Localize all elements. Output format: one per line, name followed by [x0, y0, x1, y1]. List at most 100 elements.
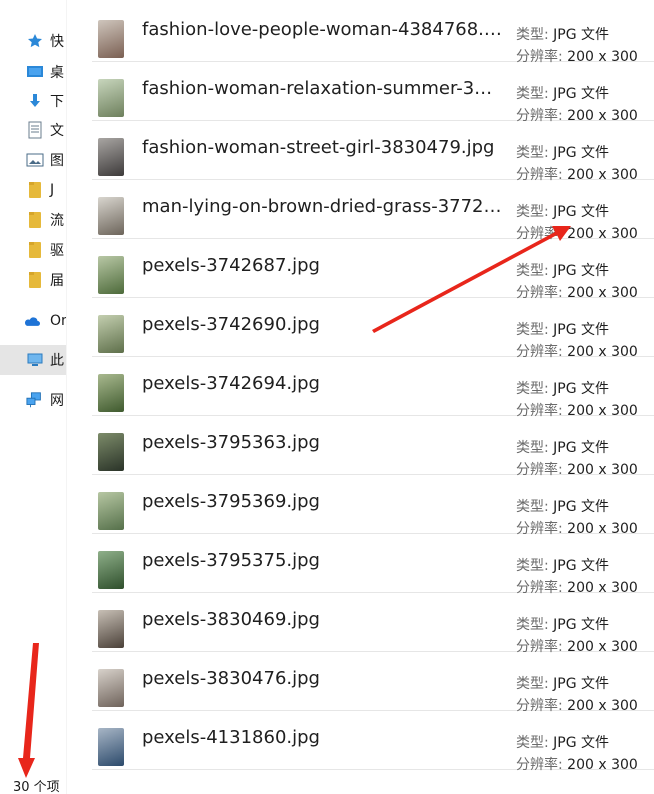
sidebar-item-downloads[interactable]: 下 — [0, 86, 66, 116]
type-value: JPG 文件 — [553, 617, 610, 633]
file-row[interactable]: man-lying-on-brown-dried-grass-3772511.j… — [92, 180, 654, 242]
resolution-value: 200 x 300 — [567, 757, 638, 773]
sidebar-item-network[interactable]: 网 — [0, 385, 66, 415]
file-type: 类型: JPG 文件 — [516, 378, 609, 398]
image-thumbnail — [98, 551, 124, 589]
file-row[interactable]: pexels-3795363.jpg 类型: JPG 文件 分辨率: 200 x 3… — [92, 416, 654, 478]
file-row[interactable]: pexels-3795369.jpg 类型: JPG 文件 分辨率: 200 x 3… — [92, 475, 654, 537]
sidebar-item-label: 流 — [50, 213, 64, 229]
sidebar-item-label: 桌 — [50, 65, 64, 81]
folder-icon — [26, 271, 44, 289]
download-icon — [26, 92, 44, 110]
sidebar-item-folder-3[interactable]: 驱 — [0, 235, 66, 265]
type-label: 类型: — [516, 617, 549, 633]
sidebar-item-this-pc[interactable]: 此 — [0, 345, 66, 375]
type-value: JPG 文件 — [553, 735, 610, 751]
file-name: pexels-4131860.jpg — [142, 727, 320, 748]
file-row[interactable]: fashion-woman-street-girl-3830479.jpg 类型:… — [92, 121, 654, 183]
type-value: JPG 文件 — [553, 676, 610, 692]
document-icon — [26, 121, 44, 139]
sidebar-item-label: 此 — [50, 353, 64, 369]
navigation-pane: 快 桌 下 文 图 J 流 驱 届 On 此 网 30 个项 — [0, 0, 66, 794]
sidebar-item-label: 网 — [50, 393, 64, 409]
sidebar-item-pictures[interactable]: 图 — [0, 145, 66, 175]
type-value: JPG 文件 — [553, 204, 610, 220]
file-name: fashion-woman-relaxation-summer-3742663.… — [142, 78, 502, 99]
image-thumbnail — [98, 374, 124, 412]
sidebar-item-label: 下 — [50, 94, 64, 110]
file-row[interactable]: fashion-woman-relaxation-summer-3742663.… — [92, 62, 654, 124]
image-thumbnail — [98, 315, 124, 353]
type-label: 类型: — [516, 499, 549, 515]
type-value: JPG 文件 — [553, 558, 610, 574]
file-name: pexels-3795363.jpg — [142, 432, 320, 453]
status-item-count: 30 个项目 — [13, 780, 60, 794]
type-value: JPG 文件 — [553, 27, 610, 43]
type-value: JPG 文件 — [553, 440, 610, 456]
sidebar-item-label: J — [50, 182, 55, 198]
file-name: man-lying-on-brown-dried-grass-3772511.j… — [142, 196, 502, 217]
type-value: JPG 文件 — [553, 263, 610, 279]
image-thumbnail — [98, 197, 124, 235]
type-value: JPG 文件 — [553, 381, 610, 397]
file-row[interactable]: pexels-3795375.jpg 类型: JPG 文件 分辨率: 200 x 3… — [92, 534, 654, 596]
image-thumbnail — [98, 433, 124, 471]
sidebar-item-folder-4[interactable]: 届 — [0, 265, 66, 295]
type-value: JPG 文件 — [553, 499, 610, 515]
image-thumbnail — [98, 669, 124, 707]
pictures-icon — [26, 151, 44, 169]
type-label: 类型: — [516, 204, 549, 220]
file-row[interactable]: pexels-4131860.jpg 类型: JPG 文件 分辨率: 200 x 3… — [92, 711, 654, 773]
image-thumbnail — [98, 79, 124, 117]
file-type: 类型: JPG 文件 — [516, 201, 609, 221]
file-name: fashion-woman-street-girl-3830479.jpg — [142, 137, 495, 158]
file-row[interactable]: pexels-3742694.jpg 类型: JPG 文件 分辨率: 200 x 3… — [92, 357, 654, 419]
file-row[interactable]: pexels-3830476.jpg 类型: JPG 文件 分辨率: 200 x 3… — [92, 652, 654, 714]
type-label: 类型: — [516, 263, 549, 279]
sidebar-item-label: 快 — [50, 34, 64, 50]
file-type: 类型: JPG 文件 — [516, 142, 609, 162]
this-pc-icon — [26, 351, 44, 369]
sidebar-item-documents[interactable]: 文 — [0, 115, 66, 145]
folder-icon — [26, 181, 44, 199]
file-name: pexels-3742687.jpg — [142, 255, 320, 276]
image-thumbnail — [98, 728, 124, 766]
image-thumbnail — [98, 256, 124, 294]
type-label: 类型: — [516, 145, 549, 161]
sidebar-item-label: 驱 — [50, 243, 64, 259]
type-label: 类型: — [516, 27, 549, 43]
sidebar-item-quick-access[interactable]: 快 — [0, 26, 66, 56]
file-row[interactable]: pexels-3742690.jpg 类型: JPG 文件 分辨率: 200 x 3… — [92, 298, 654, 360]
file-type: 类型: JPG 文件 — [516, 496, 609, 516]
sidebar-item-folder-2[interactable]: 流 — [0, 205, 66, 235]
sidebar-item-desktop[interactable]: 桌 — [0, 57, 66, 87]
file-type: 类型: JPG 文件 — [516, 24, 609, 44]
sidebar-item-label: 文 — [50, 123, 64, 139]
file-row[interactable]: pexels-3742687.jpg 类型: JPG 文件 分辨率: 200 x 3… — [92, 239, 654, 301]
file-name: pexels-3830469.jpg — [142, 609, 320, 630]
file-row[interactable]: pexels-3830469.jpg 类型: JPG 文件 分辨率: 200 x 3… — [92, 593, 654, 655]
file-type: 类型: JPG 文件 — [516, 555, 609, 575]
network-icon — [26, 391, 44, 409]
pane-divider — [66, 0, 67, 794]
type-label: 类型: — [516, 440, 549, 456]
sidebar-item-label: 图 — [50, 153, 64, 169]
image-thumbnail — [98, 492, 124, 530]
type-label: 类型: — [516, 86, 549, 102]
sidebar-item-label: 届 — [50, 273, 64, 289]
type-label: 类型: — [516, 558, 549, 574]
file-resolution: 分辨率: 200 x 300 — [516, 754, 638, 774]
file-row[interactable]: fashion-love-people-woman-4384768.jpg 类型:… — [92, 3, 654, 65]
sidebar-item-label: On — [50, 313, 66, 329]
type-value: JPG 文件 — [553, 322, 610, 338]
folder-icon — [26, 211, 44, 229]
onedrive-cloud-icon — [22, 312, 40, 330]
file-list: fashion-love-people-woman-4384768.jpg 类型:… — [92, 3, 654, 773]
file-type: 类型: JPG 文件 — [516, 614, 609, 634]
image-thumbnail — [98, 610, 124, 648]
star-icon — [26, 32, 44, 50]
type-value: JPG 文件 — [553, 86, 610, 102]
sidebar-item-onedrive[interactable]: On — [0, 306, 66, 336]
file-name: fashion-love-people-woman-4384768.jpg — [142, 19, 502, 40]
sidebar-item-folder-1[interactable]: J — [0, 175, 66, 205]
